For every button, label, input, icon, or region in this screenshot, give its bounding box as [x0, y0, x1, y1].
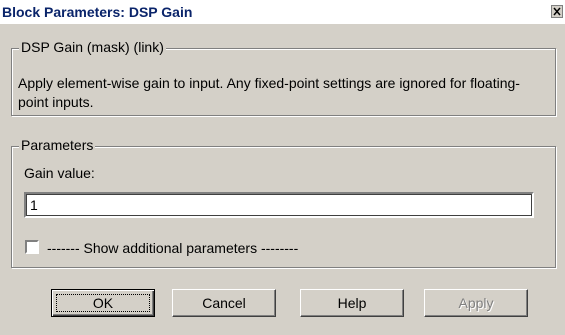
title-bar: Block Parameters: DSP Gain — [0, 0, 565, 24]
help-button-label: Help — [337, 294, 367, 311]
mask-description-group: DSP Gain (mask) (link) Apply element-wis… — [11, 39, 556, 116]
mask-group-legend: DSP Gain (mask) (link) — [19, 39, 166, 55]
ok-button[interactable]: OK — [51, 289, 155, 317]
apply-button-label: Apply — [458, 294, 494, 311]
apply-button[interactable]: Apply — [424, 289, 528, 317]
gain-value-label: Gain value: — [24, 165, 95, 181]
ok-button-label: OK — [92, 294, 114, 311]
mask-description: Apply element-wise gain to input. Any fi… — [18, 75, 520, 110]
show-additional-parameters-label[interactable]: ------- Show additional parameters -----… — [47, 240, 298, 256]
show-additional-parameters-checkbox[interactable] — [25, 240, 39, 254]
help-button[interactable]: Help — [300, 289, 404, 317]
cancel-button[interactable]: Cancel — [172, 289, 276, 317]
window-title: Block Parameters: DSP Gain — [2, 4, 193, 20]
cancel-button-label: Cancel — [202, 294, 246, 311]
parameters-group: Parameters Gain value: ------- Show addi… — [11, 137, 556, 268]
close-icon[interactable] — [551, 5, 563, 18]
gain-value-input[interactable] — [24, 192, 534, 218]
parameters-group-legend: Parameters — [19, 137, 96, 153]
